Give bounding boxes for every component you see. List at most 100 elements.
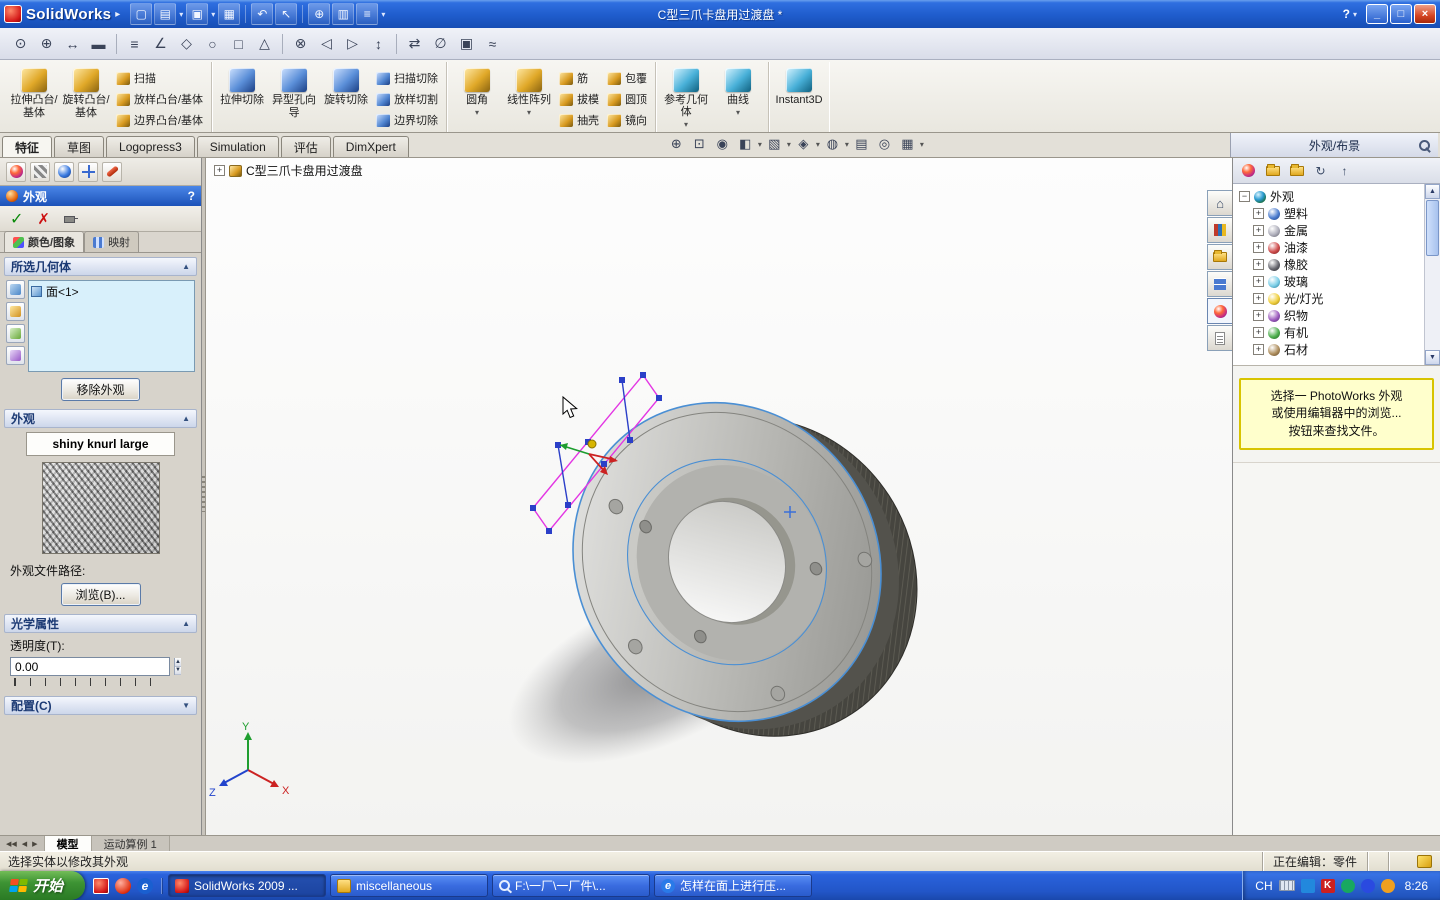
next-tab-icon[interactable]: ▶ bbox=[30, 840, 39, 848]
task-solidworks[interactable]: SolidWorks 2009 ... bbox=[168, 874, 327, 897]
previous-view-icon[interactable]: ◉ bbox=[712, 134, 733, 154]
open-document-icon[interactable]: ▤ bbox=[154, 3, 177, 25]
smart-dimension-icon[interactable]: ⊙ bbox=[8, 31, 33, 56]
quick-tips-icon[interactable] bbox=[1417, 855, 1432, 868]
restore-button[interactable]: □ bbox=[1390, 4, 1412, 24]
tree-expand-icon[interactable]: + bbox=[1253, 310, 1264, 321]
add-folder-icon[interactable] bbox=[1287, 161, 1306, 180]
instant3d-button[interactable]: Instant3D bbox=[773, 64, 825, 130]
solidworks-menu[interactable]: SolidWorks ▸ bbox=[4, 5, 120, 23]
selection-filter-icon[interactable] bbox=[6, 346, 25, 365]
print-icon[interactable]: ▦ bbox=[218, 3, 241, 25]
tree-expand-icon[interactable]: + bbox=[1253, 259, 1264, 270]
curves-button[interactable]: 曲线 ▾ bbox=[712, 64, 764, 130]
tray-icon-volume[interactable] bbox=[1380, 878, 1395, 893]
tree-expand-icon[interactable]: + bbox=[1253, 293, 1264, 304]
list-item[interactable]: 面<1> bbox=[31, 283, 192, 300]
save-dropdown-icon[interactable]: ▾ bbox=[211, 10, 215, 19]
view-settings-icon[interactable]: ▦ bbox=[897, 134, 918, 154]
selected-geometry-header[interactable]: 所选几何体 ▲ bbox=[4, 257, 197, 276]
boundary-cut-button[interactable]: 边界切除 bbox=[372, 110, 442, 130]
appearance-header[interactable]: 外观 ▲ bbox=[4, 409, 197, 428]
minimize-button[interactable]: _ bbox=[1366, 4, 1388, 24]
save-icon[interactable]: ▣ bbox=[186, 3, 209, 25]
menu-expand-icon[interactable]: ▸ bbox=[115, 9, 120, 20]
revision-icon[interactable]: ∅ bbox=[428, 31, 453, 56]
textures-tab-icon[interactable] bbox=[30, 161, 50, 182]
appearance-ball-icon[interactable] bbox=[1239, 161, 1258, 180]
baseline-dimension-icon[interactable]: ▬ bbox=[86, 31, 111, 56]
up-level-icon[interactable]: ↑ bbox=[1335, 161, 1354, 180]
graphics-area[interactable]: + C型三爪卡盘用过渡盘 Y X Z ⌂ bbox=[206, 158, 1232, 835]
tree-item-plastic[interactable]: + 塑料 bbox=[1239, 205, 1422, 222]
move-tab-icon[interactable] bbox=[78, 161, 98, 182]
open-folder-icon[interactable] bbox=[1263, 161, 1282, 180]
tree-expand-icon[interactable]: + bbox=[1253, 276, 1264, 287]
tab-logopress3[interactable]: Logopress3 bbox=[106, 136, 195, 157]
tray-icon-network[interactable] bbox=[1360, 878, 1375, 893]
tree-expand-icon[interactable]: + bbox=[1253, 208, 1264, 219]
custom-properties-tab[interactable] bbox=[1207, 325, 1232, 351]
tab-sketch[interactable]: 草图 bbox=[54, 136, 105, 157]
tree-item-rubber[interactable]: + 橡胶 bbox=[1239, 256, 1422, 273]
draft-button[interactable]: 拔模 bbox=[555, 89, 603, 109]
file-explorer-tab[interactable] bbox=[1207, 244, 1232, 270]
ime-language-indicator[interactable]: CH bbox=[1255, 879, 1272, 893]
display-style-dropdown-icon[interactable]: ▾ bbox=[816, 140, 820, 149]
apply-scene-icon[interactable]: ◎ bbox=[874, 134, 895, 154]
tree-collapse-icon[interactable]: − bbox=[1239, 191, 1250, 202]
zoom-fit-icon[interactable]: ⊕ bbox=[666, 134, 687, 154]
view-palette-tab[interactable] bbox=[1207, 271, 1232, 297]
browse-button[interactable]: 浏览(B)... bbox=[60, 583, 141, 606]
scene-tab-icon[interactable] bbox=[54, 161, 74, 182]
zoom-area-icon[interactable]: ⊡ bbox=[689, 134, 710, 154]
undo-icon[interactable]: ↶ bbox=[251, 3, 274, 25]
section-dropdown-icon[interactable]: ▾ bbox=[758, 140, 762, 149]
block-icon[interactable]: ↕ bbox=[366, 31, 391, 56]
tab-dimxpert[interactable]: DimXpert bbox=[332, 136, 409, 157]
pm-help-button[interactable]: ? bbox=[188, 189, 195, 203]
view-orientation-icon[interactable]: ▧ bbox=[764, 134, 785, 154]
surface-finish-icon[interactable]: □ bbox=[226, 31, 251, 56]
taskbar-clock[interactable]: 8:26 bbox=[1405, 879, 1428, 893]
new-document-icon[interactable]: ▢ bbox=[130, 3, 153, 25]
tree-item-metal[interactable]: + 金属 bbox=[1239, 222, 1422, 239]
tree-item-fabric[interactable]: + 织物 bbox=[1239, 307, 1422, 324]
rib-button[interactable]: 筋 bbox=[555, 68, 603, 88]
quicklaunch-app-icon[interactable] bbox=[115, 877, 132, 894]
center-mark-icon[interactable]: ⊗ bbox=[288, 31, 313, 56]
hide-show-dropdown-icon[interactable]: ▾ bbox=[845, 140, 849, 149]
tree-item-glass[interactable]: + 玻璃 bbox=[1239, 273, 1422, 290]
remove-appearance-button[interactable]: 移除外观 bbox=[61, 378, 140, 401]
hole-wizard-button[interactable]: 异型孔向导 bbox=[268, 64, 320, 130]
optical-properties-header[interactable]: 光学属性 ▲ bbox=[4, 614, 197, 633]
tray-icon-messenger[interactable] bbox=[1300, 878, 1315, 893]
rebuild-icon[interactable]: ⊕ bbox=[308, 3, 331, 25]
design-library-tab[interactable] bbox=[1207, 217, 1232, 243]
quicklaunch-ie-icon[interactable]: e bbox=[137, 877, 154, 894]
task-search-window[interactable]: F:\一厂\一厂件\... bbox=[492, 874, 651, 897]
options-icon[interactable]: ≡ bbox=[356, 3, 379, 25]
refresh-icon[interactable]: ↻ bbox=[1311, 161, 1330, 180]
boundary-boss-button[interactable]: 边界凸台/基体 bbox=[112, 110, 207, 130]
appearances-tree[interactable]: − 外观 + 塑料 + 金属 + 油漆 + 橡胶 + 玻璃 + 光/灯光 + 织… bbox=[1233, 184, 1440, 366]
curves-dropdown-icon[interactable]: ▾ bbox=[736, 108, 740, 117]
tab-model[interactable]: 模型 bbox=[44, 836, 92, 851]
select-face-icon[interactable] bbox=[6, 280, 25, 299]
horizontal-dimension-icon[interactable]: ⊕ bbox=[34, 31, 59, 56]
reference-dropdown-icon[interactable]: ▾ bbox=[684, 120, 688, 129]
tree-scrollbar[interactable]: ▲ ▼ bbox=[1424, 184, 1440, 365]
appearances-scenes-tab[interactable] bbox=[1207, 298, 1232, 324]
selected-geometry-list[interactable]: 面<1> bbox=[28, 280, 195, 372]
sketch-origin-point[interactable] bbox=[587, 439, 597, 449]
spin-down-icon[interactable]: ▼ bbox=[175, 666, 181, 675]
tree-item-stone[interactable]: + 石材 bbox=[1239, 341, 1422, 358]
task-miscellaneous-folder[interactable]: miscellaneous bbox=[330, 874, 489, 897]
sweep-cut-button[interactable]: 扫描切除 bbox=[372, 68, 442, 88]
tree-root-appearances[interactable]: − 外观 bbox=[1239, 188, 1422, 205]
tab-motion-study[interactable]: 运动算例 1 bbox=[91, 836, 170, 851]
spline-tool-icon[interactable]: ≈ bbox=[480, 31, 505, 56]
tab-features[interactable]: 特征 bbox=[2, 136, 53, 157]
select-body-icon[interactable] bbox=[6, 302, 25, 321]
display-style-icon[interactable]: ◈ bbox=[793, 134, 814, 154]
